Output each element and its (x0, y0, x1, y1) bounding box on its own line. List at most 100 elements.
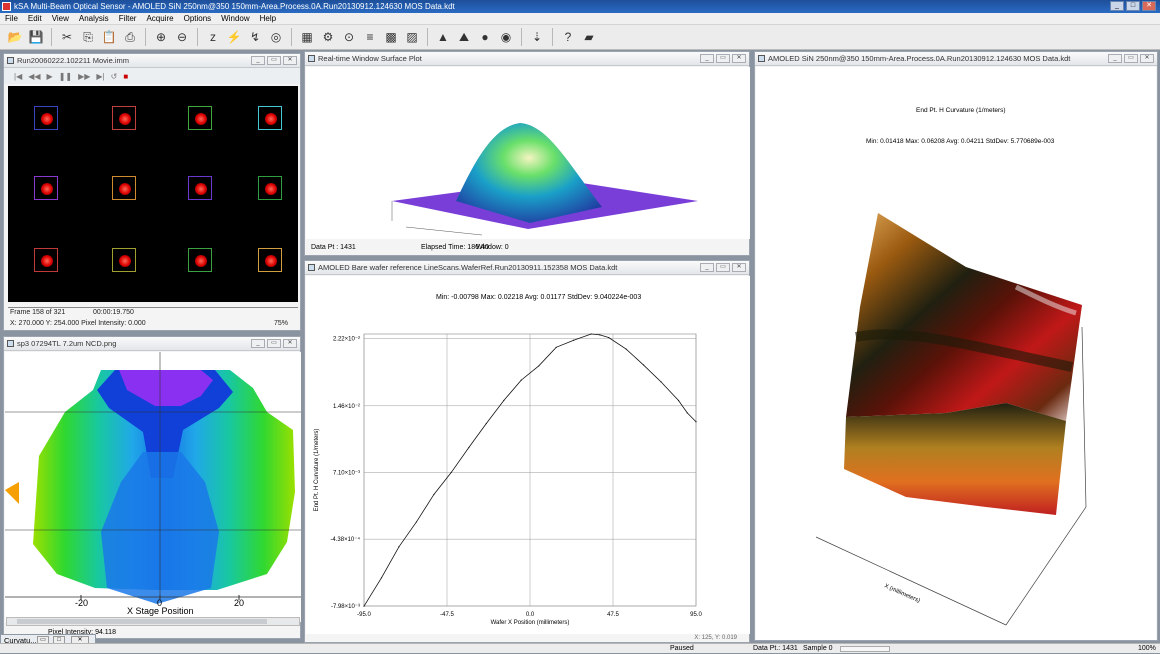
x-tick: 20 (234, 598, 244, 608)
close-button[interactable]: ✕ (1140, 54, 1154, 63)
sleep-icon[interactable]: z (204, 28, 222, 46)
pattern-icon[interactable]: ▨ (403, 28, 421, 46)
cut-icon[interactable]: ✂ (58, 28, 76, 46)
pause-icon[interactable]: ❚❚ (59, 72, 72, 81)
open-icon[interactable]: 📂 (6, 28, 24, 46)
scroll-thumb[interactable] (17, 619, 267, 624)
restore-button[interactable]: ▭ (1124, 54, 1138, 63)
menu-options[interactable]: Options (184, 13, 212, 24)
x-tick: -20 (75, 598, 88, 608)
minimize-button[interactable]: _ (1108, 54, 1122, 63)
restore-button[interactable]: ▭ (267, 56, 281, 65)
circle-icon[interactable]: ◉ (497, 28, 515, 46)
laser-spot (195, 183, 207, 195)
laser-spot (41, 183, 53, 195)
wand-icon[interactable]: ⚡ (225, 28, 243, 46)
line-window-titlebar[interactable]: AMOLED Bare wafer reference LineScans.Wa… (305, 261, 749, 275)
first-frame-icon[interactable]: |◀ (14, 72, 22, 81)
curvature-3d-surface: X (millimeters) (815, 213, 1087, 626)
zoom-out-icon[interactable]: ⊖ (173, 28, 191, 46)
status-progress (840, 646, 890, 652)
maximize-button[interactable]: □ (1126, 1, 1140, 11)
next-frame-icon[interactable]: ▶▶ (78, 72, 90, 81)
laser-spot (265, 183, 277, 195)
spot-box (258, 106, 282, 130)
window-index: Window: 0 (476, 244, 509, 251)
data-point: Data Pt : 1431 (311, 244, 356, 251)
settings-icon[interactable]: ⚙ (319, 28, 337, 46)
close-button[interactable]: ✕ (283, 339, 297, 348)
data-point (450, 471, 452, 473)
target-icon[interactable]: ◎ (267, 28, 285, 46)
menu-edit[interactable]: Edit (28, 13, 42, 24)
zoom-in-icon[interactable]: ⊕ (152, 28, 170, 46)
minimize-button[interactable]: _ (700, 263, 714, 272)
layers-icon[interactable]: ≡ (361, 28, 379, 46)
spot-box (188, 176, 212, 200)
restore-button[interactable]: ▭ (716, 263, 730, 272)
minimize-button[interactable]: _ (1110, 1, 1124, 11)
toolbar-separator (521, 28, 522, 46)
data-point (599, 334, 601, 336)
wafer-icon[interactable]: ⊙ (340, 28, 358, 46)
paste-icon[interactable]: 📋 (100, 28, 118, 46)
close-button[interactable]: ✕ (283, 56, 297, 65)
surface-plot-window: Real-time Window Surface Plot _ ▭ ✕ Data P… (304, 51, 750, 256)
book-icon[interactable]: ▰ (580, 28, 598, 46)
data-point (415, 521, 418, 523)
menu-view[interactable]: View (52, 13, 69, 24)
laser-icon[interactable]: ↯ (246, 28, 264, 46)
help-icon[interactable]: ? (559, 28, 577, 46)
h-scrollbar[interactable] (6, 617, 300, 626)
view3d-window-titlebar[interactable]: AMOLED SiN 250nm@350 150mm-Area.Process.… (755, 52, 1157, 66)
import-icon[interactable]: ⇣ (528, 28, 546, 46)
play-icon[interactable]: ▶ (47, 72, 53, 81)
menu-filter[interactable]: Filter (119, 13, 137, 24)
checker-icon[interactable]: ▩ (382, 28, 400, 46)
data-point (555, 346, 557, 348)
prev-frame-icon[interactable]: ◀◀ (28, 72, 40, 81)
save-icon[interactable]: 💾 (27, 28, 45, 46)
line-scan-window: AMOLED Bare wafer reference LineScans.Wa… (304, 260, 750, 643)
close-button[interactable]: ✕ (732, 54, 746, 63)
menu-acquire[interactable]: Acquire (146, 13, 173, 24)
close-button[interactable]: ✕ (1142, 1, 1156, 11)
frame-slider[interactable] (8, 304, 298, 308)
laser-spot (195, 255, 207, 267)
copy-icon[interactable]: ⎘ (79, 28, 97, 46)
last-frame-icon[interactable]: ▶| (96, 72, 104, 81)
minimize-button[interactable]: _ (251, 339, 265, 348)
data-point (503, 399, 505, 402)
y-axis-label: End Pt. H Curvature (1/meters) (314, 429, 320, 512)
data-point (590, 333, 592, 335)
menu-analysis[interactable]: Analysis (79, 13, 109, 24)
menu-window[interactable]: Window (221, 13, 249, 24)
spot-box (34, 176, 58, 200)
contour-window-titlebar[interactable]: sp3 07294TL 7.2um NCD.png _ ▭ ✕ (4, 337, 300, 351)
surface-window-titlebar[interactable]: Real-time Window Surface Plot _ ▭ ✕ (305, 52, 749, 66)
minimize-button[interactable]: _ (700, 54, 714, 63)
sphere-icon[interactable]: ● (476, 28, 494, 46)
window-icon (7, 340, 14, 347)
menu-file[interactable]: File (5, 13, 18, 24)
record-icon[interactable]: ■ (123, 72, 128, 81)
data-point (538, 365, 540, 367)
minimize-button[interactable]: _ (251, 56, 265, 65)
mountain-icon[interactable]: ⛰ (455, 28, 473, 46)
toolbar-separator (291, 28, 292, 46)
print-icon[interactable]: ⎙ (121, 28, 139, 46)
spot-box (188, 106, 212, 130)
stage-icon[interactable]: ▲ (434, 28, 452, 46)
close-button[interactable]: ✕ (732, 263, 746, 272)
toolbar: 📂 💾 ✂ ⎘ 📋 ⎙ ⊕ ⊖ z ⚡ ↯ ◎ ▦ ⚙ ⊙ ≡ ▩ ▨ ▲ ⛰ ● ◉ ⇣? ▰ (0, 25, 1160, 50)
restore-button[interactable]: ▭ (267, 339, 281, 348)
restore-button[interactable]: ▭ (716, 54, 730, 63)
menu-bar: File Edit View Analysis Filter Acquire Options… (0, 13, 1160, 25)
y-tick-label: -7.98×10⁻³ (331, 604, 360, 610)
grid-icon[interactable]: ▦ (298, 28, 316, 46)
loop-icon[interactable]: ↺ (111, 72, 118, 81)
movie-window-titlebar[interactable]: Run20060222.102211 Movie.imm _ ▭ ✕ (4, 54, 300, 68)
toolbar-separator (552, 28, 553, 46)
menu-help[interactable]: Help (260, 13, 276, 24)
spot-box (188, 248, 212, 272)
